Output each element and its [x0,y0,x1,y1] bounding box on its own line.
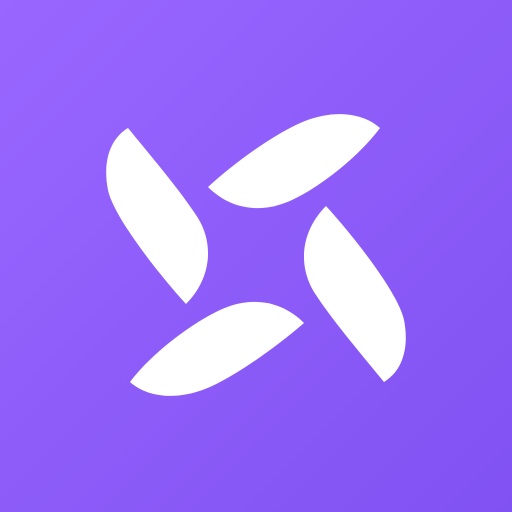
app-icon [0,0,512,512]
pinwheel-blade-top-right [208,114,380,209]
pinwheel-blade-top-left [106,128,209,304]
pinwheel-icon [106,114,406,396]
pinwheel-blade-bottom-right [303,206,406,382]
pinwheel-blade-bottom-left [130,301,304,396]
